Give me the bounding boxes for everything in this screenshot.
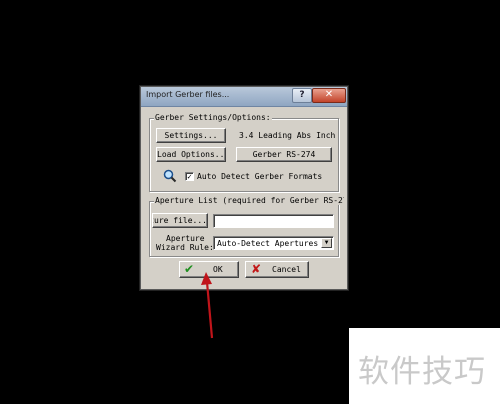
gerber-format-button[interactable]: Gerber RS-274 bbox=[236, 147, 332, 162]
import-gerber-dialog: Import Gerber files... ? ✕ Gerber Settin… bbox=[140, 86, 348, 290]
settings-value: 3.4 Leading Abs Inch bbox=[239, 131, 336, 140]
title-bar[interactable]: Import Gerber files... ? ✕ bbox=[141, 87, 347, 107]
aperture-file-button-label: Aperture file... bbox=[153, 216, 207, 225]
dialog-title: Import Gerber files... bbox=[146, 90, 230, 99]
ok-button[interactable]: ✔ OK bbox=[179, 261, 239, 278]
cancel-x-icon: ✘ bbox=[251, 262, 262, 276]
settings-button[interactable]: Settings... bbox=[156, 128, 226, 143]
wizard-rule-label-1: Aperture bbox=[166, 234, 205, 243]
aperture-legend: Aperture List (required for Gerber RS-27… bbox=[154, 196, 344, 205]
cancel-button[interactable]: ✘ Cancel bbox=[245, 261, 309, 278]
cancel-label: Cancel bbox=[272, 265, 301, 274]
aperture-group: Aperture List (required for Gerber RS-27… bbox=[149, 196, 344, 257]
auto-detect-checkbox[interactable]: ✓ bbox=[185, 172, 194, 181]
load-options-button[interactable]: Load Options... bbox=[156, 147, 226, 162]
aperture-file-button[interactable]: Aperture file... bbox=[152, 213, 208, 228]
watermark: 软件技巧 bbox=[349, 328, 500, 404]
ok-label: OK bbox=[213, 265, 223, 274]
watermark-text: 软件技巧 bbox=[358, 354, 486, 390]
magnifier-icon[interactable] bbox=[163, 169, 177, 183]
auto-detect-label: Auto Detect Gerber Formats bbox=[197, 172, 323, 181]
wizard-rule-select[interactable]: Auto-Detect Apertures ▼ bbox=[213, 236, 334, 250]
wizard-rule-label-2: Wizard Rule: bbox=[156, 243, 214, 252]
chevron-down-icon[interactable]: ▼ bbox=[321, 238, 332, 248]
aperture-file-input[interactable] bbox=[213, 214, 334, 228]
close-button[interactable]: ✕ bbox=[312, 88, 346, 103]
checkmark-icon: ✔ bbox=[184, 262, 195, 276]
gerber-settings-group: Gerber Settings/Options: Settings... 3.4… bbox=[149, 113, 339, 192]
gerber-settings-legend: Gerber Settings/Options: bbox=[154, 113, 272, 122]
help-button[interactable]: ? bbox=[292, 88, 312, 103]
wizard-rule-value: Auto-Detect Apertures bbox=[217, 239, 319, 248]
